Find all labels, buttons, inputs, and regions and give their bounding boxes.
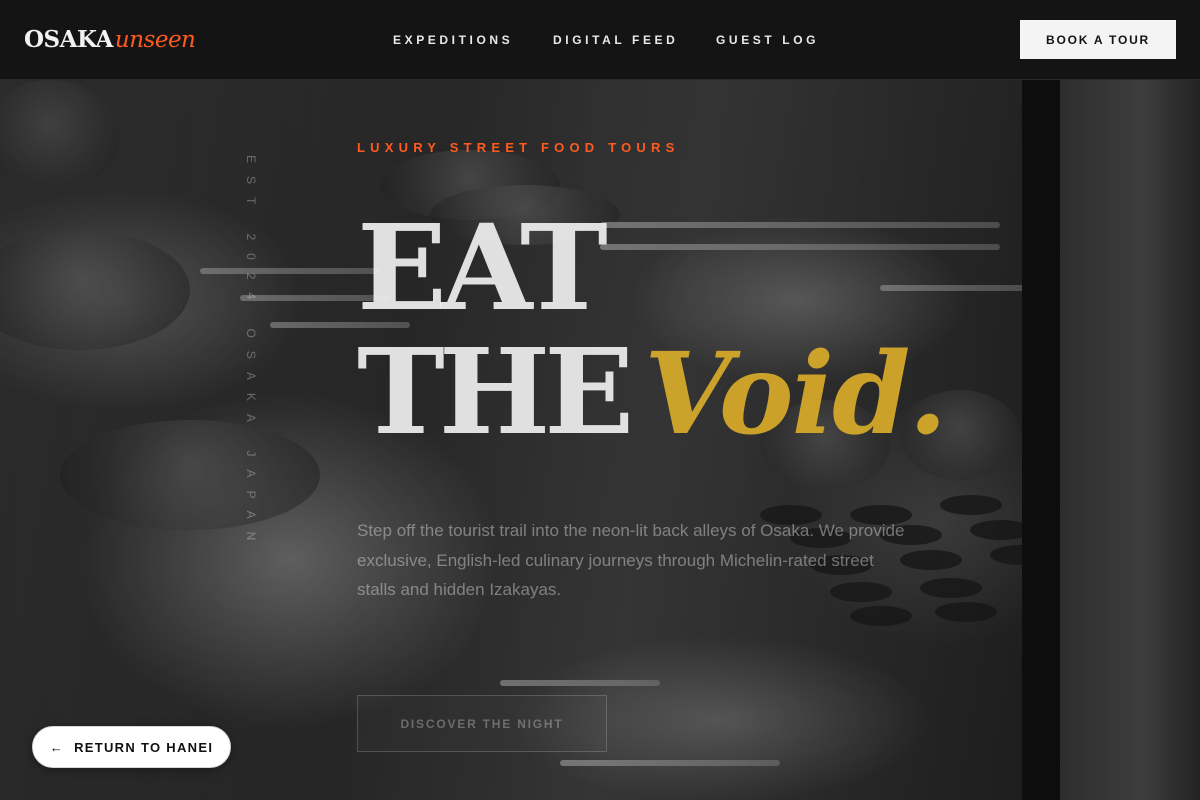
logo-text-main: OSAKA: [24, 26, 113, 53]
headline-line-2-text: THE: [357, 322, 634, 461]
hero-eyebrow: LUXURY STREET FOOD TOURS: [357, 140, 680, 155]
return-to-hanei-button[interactable]: ← RETURN TO HANEI: [32, 726, 231, 768]
logo-text-accent: unseen: [114, 27, 196, 53]
arrow-left-icon: ←: [49, 739, 65, 755]
headline-line-2: THE Void.: [357, 329, 947, 460]
book-tour-button[interactable]: BOOK A TOUR: [1020, 20, 1176, 59]
discover-night-button[interactable]: DISCOVER THE NIGHT: [357, 695, 607, 752]
nav-link-digital-feed[interactable]: DIGITAL FEED: [553, 32, 716, 48]
vertical-established-caption: EST 2024 OSAKA JAPAN: [244, 155, 258, 554]
nav-link-guest-log[interactable]: GUEST LOG: [716, 32, 836, 48]
headline-accent-word: Void.: [644, 329, 947, 460]
brand-logo[interactable]: OSAKAunseen: [24, 26, 196, 54]
hero-headline: EAT THE Void.: [357, 198, 947, 460]
headline-line-1: EAT: [357, 198, 608, 337]
hero-description: Step off the tourist trail into the neon…: [357, 521, 905, 599]
nav-link-expeditions[interactable]: EXPEDITIONS: [393, 32, 553, 48]
return-button-label: RETURN TO HANEI: [74, 739, 214, 755]
site-header: OSAKAunseen EXPEDITIONS DIGITAL FEED GUE…: [0, 0, 1200, 80]
main-nav: EXPEDITIONS DIGITAL FEED GUEST LOG: [393, 32, 836, 48]
